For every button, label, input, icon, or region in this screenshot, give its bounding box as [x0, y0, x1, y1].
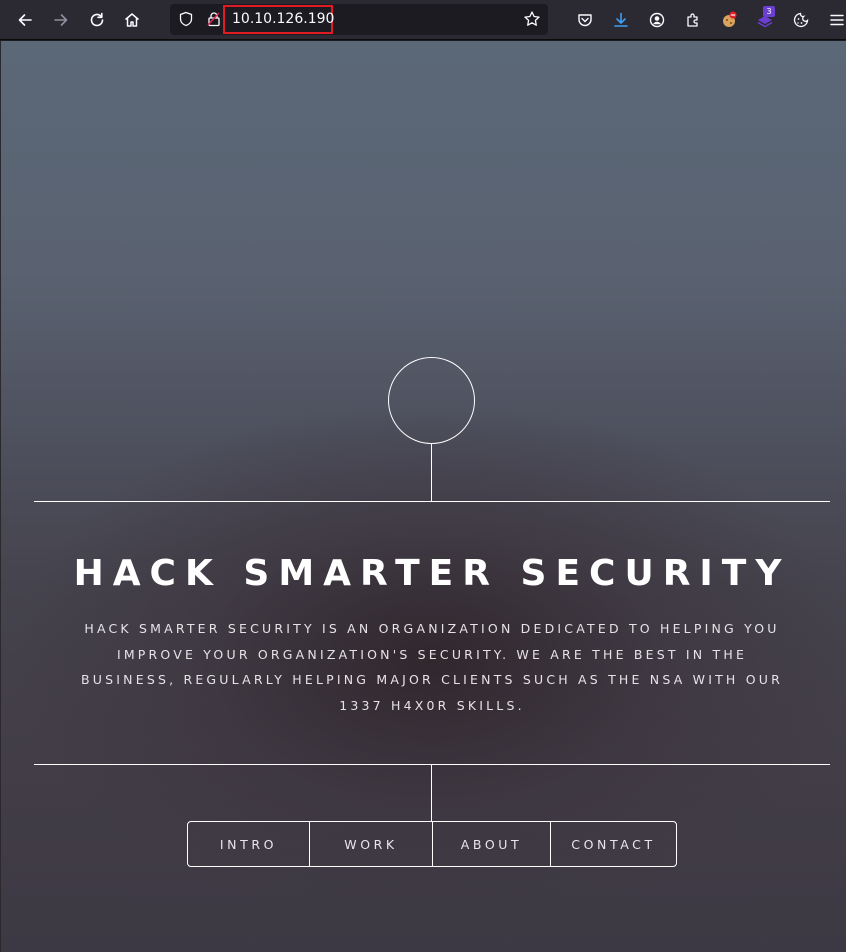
divider-bottom: [34, 764, 830, 765]
extensions-icon[interactable]: [679, 6, 707, 34]
logo-circle: [388, 357, 475, 444]
download-icon[interactable]: [607, 6, 635, 34]
url-text[interactable]: 10.10.126.190: [232, 11, 334, 27]
browser-toolbar: 10.10.126.190 3: [0, 0, 846, 40]
bookmark-star-icon[interactable]: [523, 10, 541, 28]
nav-intro[interactable]: INTRO: [188, 822, 309, 866]
home-icon[interactable]: [118, 6, 146, 34]
cookie-icon[interactable]: [787, 6, 815, 34]
description-line: IMPROVE YOUR ORGANIZATION'S SECURITY. WE…: [116, 646, 748, 662]
divider-top: [34, 501, 830, 502]
nav-about[interactable]: ABOUT: [432, 822, 550, 866]
cookie-extension-icon[interactable]: [715, 6, 743, 34]
page-content: HACK SMARTER SECURITY HACK SMARTER SECUR…: [0, 41, 846, 952]
lock-icon[interactable]: [206, 11, 222, 27]
connector-line-bottom: [431, 765, 432, 822]
reload-icon[interactable]: [83, 6, 111, 34]
account-icon[interactable]: [643, 6, 671, 34]
back-icon[interactable]: [11, 6, 39, 34]
url-bar[interactable]: 10.10.126.190: [170, 4, 548, 35]
menu-icon[interactable]: [823, 6, 846, 34]
main-nav: INTRO WORK ABOUT CONTACT: [187, 821, 677, 867]
pocket-icon[interactable]: [571, 6, 599, 34]
extension-badge: 3: [763, 6, 775, 17]
forward-icon[interactable]: [47, 6, 75, 34]
description-line: 1337 H4X0R SKILLS.: [339, 697, 525, 713]
connector-line-top: [431, 444, 432, 501]
site-title: HACK SMARTER SECURITY: [73, 553, 791, 594]
shield-icon[interactable]: [178, 11, 194, 27]
site-description: HACK SMARTER SECURITY IS AN ORGANIZATION…: [61, 616, 803, 718]
nav-work[interactable]: WORK: [309, 822, 432, 866]
description-line: BUSINESS, REGULARLY HELPING MAJOR CLIENT…: [81, 672, 783, 687]
nav-contact[interactable]: CONTACT: [550, 822, 676, 866]
description-line: HACK SMARTER SECURITY IS AN ORGANIZATION…: [84, 621, 780, 636]
